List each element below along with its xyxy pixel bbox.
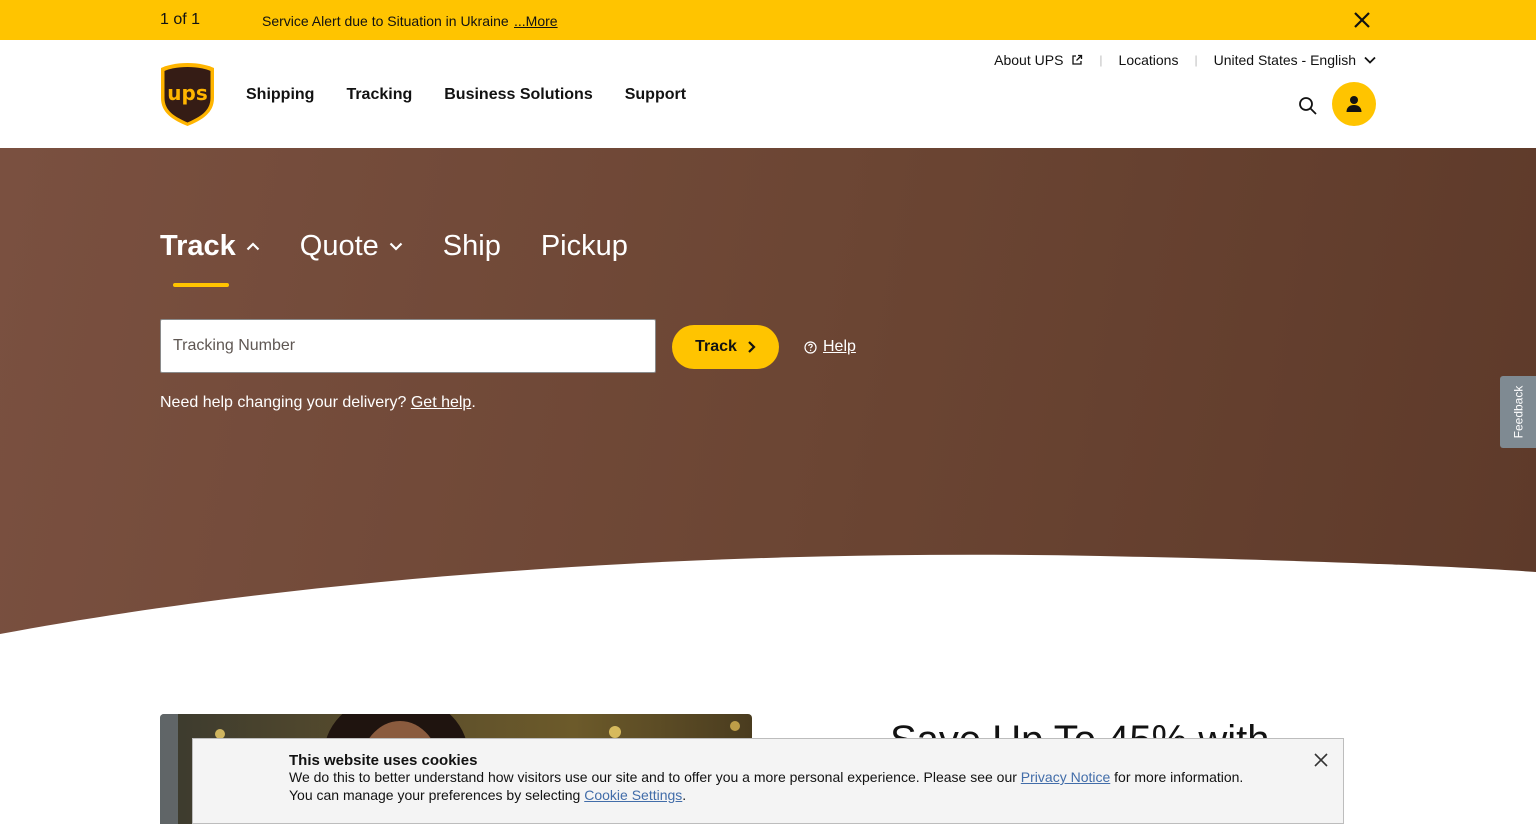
- cookie-line-2: You can manage your preferences by selec…: [289, 787, 686, 803]
- utility-nav: About UPS | Locations | United States - …: [994, 52, 1376, 68]
- alert-more-link[interactable]: ...More: [514, 13, 558, 29]
- chevron-down-icon: [1364, 56, 1376, 64]
- nav-support[interactable]: Support: [625, 86, 686, 104]
- cookie-text-2b: .: [682, 787, 687, 803]
- tab-pickup[interactable]: Pickup: [541, 230, 628, 263]
- cookie-title: This website uses cookies: [289, 752, 478, 769]
- privacy-notice-link[interactable]: Privacy Notice: [1021, 769, 1110, 785]
- chevron-down-icon: [389, 242, 403, 251]
- language-selector[interactable]: United States - English: [1214, 52, 1376, 68]
- help-link[interactable]: Help: [804, 338, 856, 356]
- user-icon: [1346, 96, 1362, 112]
- tab-track-label: Track: [160, 230, 236, 262]
- track-button-label: Track: [695, 338, 737, 355]
- get-help-link[interactable]: Get help: [411, 394, 471, 411]
- active-tab-indicator: [173, 283, 229, 287]
- tab-ship[interactable]: Ship: [443, 230, 501, 263]
- tab-track[interactable]: Track: [160, 230, 260, 263]
- tab-quote[interactable]: Quote: [300, 230, 403, 263]
- site-header: ups Shipping Tracking Business Solutions…: [0, 40, 1536, 148]
- cookie-text-1b: for more information.: [1114, 769, 1244, 785]
- close-icon[interactable]: [1352, 10, 1372, 30]
- cookie-text-1: We do this to better understand how visi…: [289, 769, 1017, 785]
- search-icon[interactable]: [1298, 96, 1318, 116]
- nav-business-solutions[interactable]: Business Solutions: [444, 86, 592, 104]
- help-circle-icon: [804, 340, 817, 354]
- chevron-right-icon: [748, 341, 756, 353]
- tab-ship-label: Ship: [442, 230, 501, 262]
- nav-shipping[interactable]: Shipping: [246, 86, 314, 104]
- tab-quote-label: Quote: [299, 230, 379, 262]
- about-ups-label: About UPS: [994, 52, 1064, 68]
- feedback-tab[interactable]: Feedback: [1500, 376, 1536, 448]
- cookie-banner: This website uses cookies We do this to …: [192, 738, 1344, 824]
- delivery-help-text: Need help changing your delivery? Get he…: [160, 394, 476, 412]
- track-button[interactable]: Track: [672, 325, 779, 369]
- logo-text: ups: [167, 81, 207, 105]
- external-link-icon: [1072, 54, 1083, 65]
- alert-count: 1 of 1: [160, 11, 201, 28]
- ups-logo[interactable]: ups: [160, 62, 215, 127]
- cookie-settings-link[interactable]: Cookie Settings: [584, 787, 682, 803]
- divider: |: [1099, 53, 1103, 67]
- language-label: United States - English: [1213, 52, 1356, 68]
- cookie-text-2: You can manage your preferences by selec…: [289, 787, 581, 803]
- main-nav: Shipping Tracking Business Solutions Sup…: [246, 86, 718, 104]
- tab-pickup-label: Pickup: [540, 230, 628, 262]
- cookie-line-1: We do this to better understand how visi…: [289, 769, 1243, 785]
- delivery-help-question: Need help changing your delivery?: [160, 394, 407, 411]
- period: .: [471, 394, 476, 411]
- locations-label: Locations: [1118, 52, 1179, 68]
- locations-link[interactable]: Locations: [1119, 52, 1179, 68]
- help-label: Help: [823, 338, 856, 355]
- alert-message: Service Alert due to Situation in Ukrain…: [262, 13, 509, 29]
- nav-tracking[interactable]: Tracking: [346, 86, 412, 104]
- divider: |: [1194, 53, 1198, 67]
- hero-tabs: Track Quote Ship Pickup: [160, 230, 668, 263]
- service-alert-bar: 1 of 1 Service Alert due to Situation in…: [0, 0, 1536, 40]
- close-icon[interactable]: [1313, 752, 1329, 768]
- tracking-number-input[interactable]: [160, 319, 656, 373]
- chevron-up-icon: [246, 242, 260, 251]
- feedback-label: Feedback: [1511, 385, 1526, 439]
- account-button[interactable]: [1332, 82, 1376, 126]
- about-ups-link[interactable]: About UPS: [994, 52, 1083, 68]
